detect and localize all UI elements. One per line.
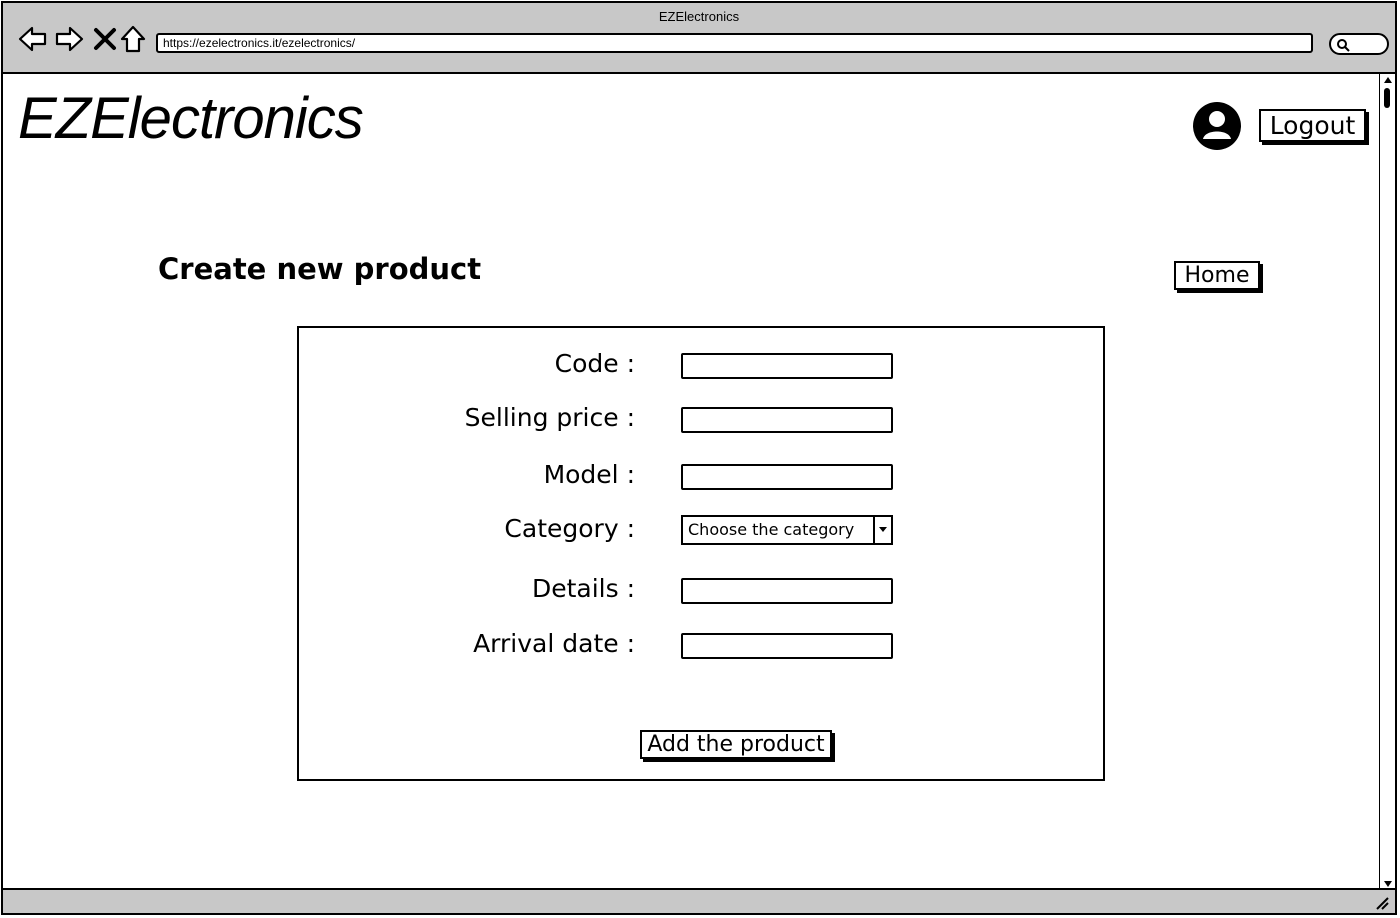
category-select[interactable]: Choose the category [681, 515, 893, 545]
code-input[interactable] [681, 353, 893, 379]
product-form: Code : Selling price : Model : Category … [297, 326, 1105, 781]
details-input[interactable] [681, 578, 893, 604]
logout-button[interactable]: Logout [1259, 109, 1366, 142]
arrow-right-icon[interactable] [53, 23, 85, 55]
scroll-up-icon[interactable] [1383, 76, 1393, 84]
browser-chrome: EZElectronics https://ezelectronics.it/e… [3, 3, 1395, 74]
window-title: EZElectronics [658, 9, 740, 24]
brand-logo[interactable]: EZElectronics [18, 90, 364, 148]
home-button[interactable]: Home [1174, 261, 1260, 290]
arrival-date-input[interactable] [681, 633, 893, 659]
scroll-thumb[interactable] [1384, 88, 1390, 108]
selling-price-input[interactable] [681, 407, 893, 433]
resize-grip-icon[interactable] [1375, 896, 1389, 910]
vertical-scrollbar[interactable] [1379, 74, 1395, 890]
home-icon[interactable] [117, 23, 149, 55]
chevron-down-icon [879, 527, 887, 532]
scroll-down-icon[interactable] [1383, 880, 1393, 888]
search-icon [1337, 39, 1350, 52]
category-label: Category : [504, 514, 635, 543]
arrival-date-label: Arrival date : [473, 629, 635, 658]
browser-window: EZElectronics https://ezelectronics.it/e… [1, 1, 1397, 915]
add-product-button[interactable]: Add the product [640, 730, 832, 759]
details-label: Details : [531, 574, 635, 603]
user-avatar-icon[interactable] [1192, 101, 1242, 151]
address-bar[interactable]: https://ezelectronics.it/ezelectronics/ [156, 33, 1313, 53]
arrow-left-icon[interactable] [17, 23, 49, 55]
page-content: EZElectronics Logout Create new product … [3, 74, 1383, 890]
category-select-value: Choose the category [688, 520, 855, 539]
category-dropdown-toggle[interactable] [873, 517, 891, 543]
model-label: Model : [543, 460, 635, 489]
browser-search-box[interactable] [1329, 33, 1389, 55]
model-input[interactable] [681, 464, 893, 490]
selling-price-label: Selling price : [464, 403, 635, 432]
status-bar [3, 888, 1395, 913]
code-label: Code : [554, 349, 635, 378]
page-title: Create new product [158, 252, 482, 286]
